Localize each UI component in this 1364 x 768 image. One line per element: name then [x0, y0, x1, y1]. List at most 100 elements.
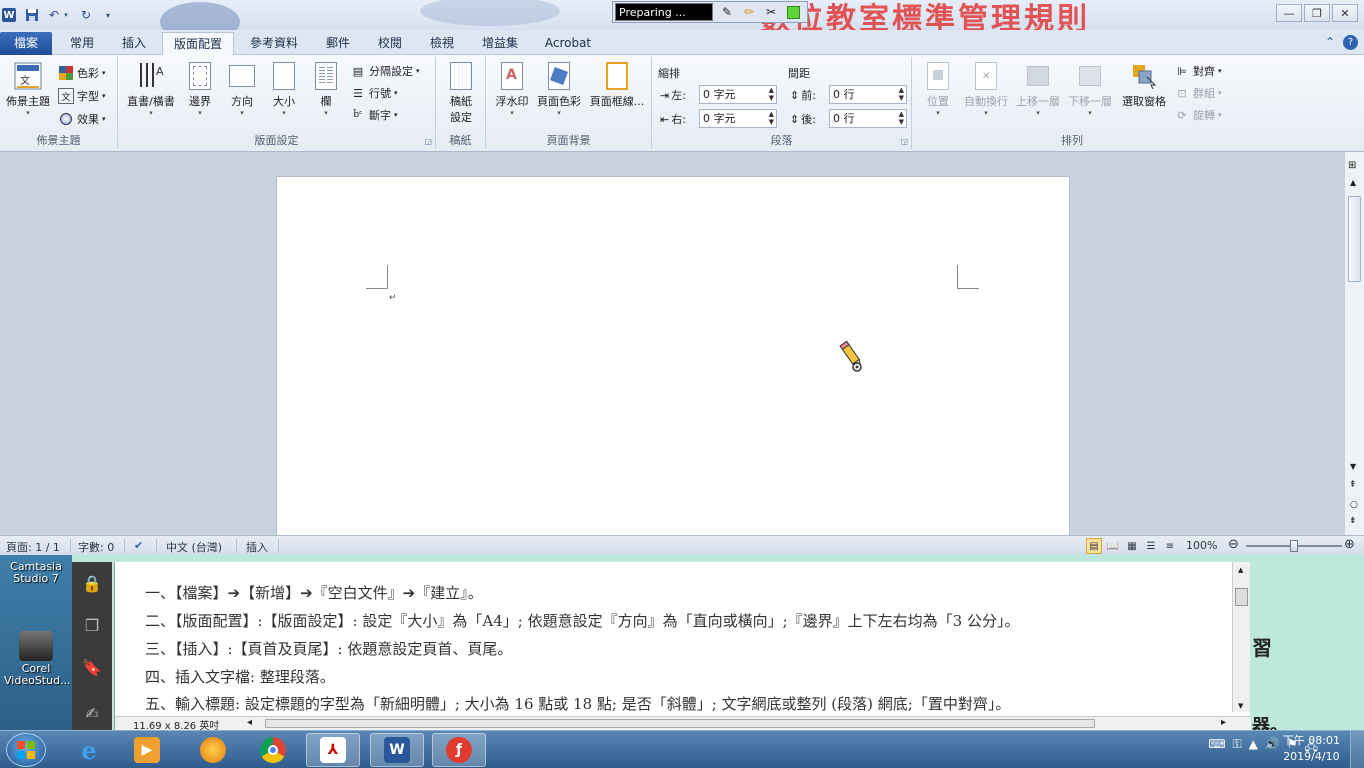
theme-colors-button[interactable]: 色彩 ▾	[58, 63, 106, 83]
recorder-green-icon[interactable]	[785, 4, 801, 20]
scroll-down-icon[interactable]: ▼	[1350, 462, 1356, 471]
taskbar-chrome[interactable]	[246, 733, 300, 767]
instructions-scroll-thumb[interactable]	[1235, 588, 1248, 606]
start-button[interactable]	[6, 733, 46, 767]
line-numbers-button[interactable]: ☰ 行號 ▾	[350, 83, 397, 103]
paragraph-launcher-icon[interactable]: ◲	[900, 137, 908, 146]
status-page[interactable]: 頁面: 1 / 1	[6, 539, 60, 555]
orientation-button[interactable]: 方向 ▾	[224, 61, 260, 117]
theme-fonts-button[interactable]: 文 字型 ▾	[58, 86, 106, 106]
status-word-count[interactable]: 字數: 0	[78, 539, 114, 555]
proofing-icon[interactable]: ✔	[134, 539, 143, 552]
margins-button[interactable]: 邊界 ▾	[182, 61, 218, 117]
signature-icon[interactable]: ✍	[81, 702, 103, 724]
recorder-cut-icon[interactable]: ✂	[763, 4, 779, 20]
tab-addins[interactable]: 增益集	[470, 32, 530, 55]
tab-page-layout[interactable]: 版面配置	[162, 32, 234, 55]
hyphenation-button[interactable]: b̄ᶜ 斷字 ▾	[350, 105, 397, 125]
zoom-level[interactable]: 100%	[1186, 539, 1217, 552]
tab-insert[interactable]: 插入	[110, 32, 158, 55]
vertical-scroll-thumb[interactable]	[1348, 196, 1361, 282]
desktop-icon-camtasia[interactable]: Camtasia Studio 7	[4, 561, 68, 585]
scroll-up-icon[interactable]: ▲	[1238, 566, 1243, 574]
indent-left-field[interactable]: 0 字元 ▲ ▼	[699, 85, 777, 104]
taskbar-internet-explorer[interactable]: e	[62, 733, 116, 767]
pages-icon[interactable]: ❐	[81, 614, 103, 636]
scroll-left-icon[interactable]: ◂	[247, 717, 252, 728]
taskbar-acrobat[interactable]: ⅄	[306, 733, 360, 767]
taskbar-orange-app[interactable]	[186, 733, 240, 767]
columns-button[interactable]: 欄 ▾	[308, 61, 344, 117]
show-hidden-icons-icon[interactable]: ▲	[1249, 737, 1258, 758]
instructions-horizontal-scrollbar[interactable]: 11.69 x 8.26 英吋 ◂ ▸	[115, 716, 1251, 732]
spacing-after-field[interactable]: 0 行 ▲ ▼	[829, 109, 907, 128]
page-color-button[interactable]: 頁面色彩 ▾	[534, 61, 584, 117]
status-insert-mode[interactable]: 插入	[246, 539, 268, 555]
align-button[interactable]: ⊫ 對齊 ▾	[1174, 61, 1221, 81]
minimize-button[interactable]: —	[1276, 4, 1302, 22]
prev-page-icon[interactable]: ⇞	[1349, 480, 1357, 490]
tab-mailings[interactable]: 郵件	[314, 32, 362, 55]
taskbar-media-player[interactable]: ▶	[120, 733, 174, 767]
undo-dropdown-icon[interactable]: ▾	[62, 7, 70, 23]
ruler-toggle-icon[interactable]: ⊞	[1348, 160, 1356, 171]
tab-acrobat[interactable]: Acrobat	[536, 32, 600, 55]
keyboard-icon[interactable]: ⌨	[1208, 737, 1225, 758]
maximize-button[interactable]: ❐	[1304, 4, 1330, 22]
outline-view-icon[interactable]: ☰	[1143, 538, 1159, 554]
recorder-annotate-icon[interactable]: ✎	[719, 4, 735, 20]
full-screen-reading-view-icon[interactable]: 📖	[1105, 538, 1121, 554]
tab-file[interactable]: 檔案	[0, 32, 52, 55]
tab-view[interactable]: 檢視	[418, 32, 466, 55]
status-language[interactable]: 中文 (台灣)	[166, 539, 222, 555]
zoom-out-icon[interactable]: ⊖	[1228, 537, 1239, 552]
minimize-ribbon-icon[interactable]: ⌃	[1325, 35, 1335, 50]
recorder-pen-icon[interactable]: ✏	[741, 4, 757, 20]
taskbar-clock[interactable]: 下午 08:01 2019/4/10	[1283, 733, 1340, 765]
instructions-vertical-scrollbar[interactable]: ▲ ▼	[1232, 562, 1250, 712]
web-layout-view-icon[interactable]: ▦	[1124, 538, 1140, 554]
zoom-slider-thumb[interactable]	[1290, 540, 1298, 552]
send-backward-button[interactable]: 下移一層 ▾	[1064, 61, 1116, 117]
print-layout-view-icon[interactable]: ▤	[1086, 538, 1102, 554]
customize-quick-access-icon[interactable]: ▾	[100, 7, 116, 23]
next-page-icon[interactable]: ⇟	[1349, 516, 1357, 526]
page-setup-launcher-icon[interactable]: ◲	[424, 137, 432, 146]
draft-paper-button[interactable]: 稿紙 設定	[440, 61, 482, 125]
show-desktop-button[interactable]	[1350, 731, 1364, 768]
draft-view-icon[interactable]: ≡	[1162, 538, 1178, 554]
size-button[interactable]: 大小 ▾	[266, 61, 302, 117]
scroll-right-icon[interactable]: ▸	[1221, 717, 1226, 728]
document-page[interactable]: ↵	[276, 176, 1070, 535]
scroll-up-icon[interactable]: ▲	[1350, 178, 1356, 187]
undo-icon[interactable]: ↶	[46, 7, 62, 23]
volume-icon[interactable]: 🔊	[1265, 737, 1280, 758]
wrap-text-button[interactable]: ✕ 自動換行 ▾	[960, 61, 1012, 117]
tab-references[interactable]: 參考資料	[240, 32, 308, 55]
indent-right-field[interactable]: 0 字元 ▲ ▼	[699, 109, 777, 128]
taskbar-word[interactable]: W	[370, 733, 424, 767]
help-icon[interactable]: ?	[1343, 35, 1358, 50]
desktop-icon-corel-videostudio[interactable]: Corel VideoStud...	[4, 631, 71, 687]
scroll-down-icon[interactable]: ▼	[1238, 702, 1243, 710]
lock-icon[interactable]: 🔒	[81, 572, 103, 594]
rotate-button[interactable]: ⟳ 旋轉 ▾	[1174, 105, 1221, 125]
horizontal-scroll-thumb[interactable]	[265, 719, 1095, 728]
zoom-in-icon[interactable]: ⊕	[1344, 537, 1355, 552]
tray-app-icon[interactable]: ⚿	[1233, 737, 1242, 758]
theme-effects-button[interactable]: 效果 ▾	[58, 109, 106, 129]
themes-button[interactable]: 文 佈景主題 ▾	[2, 61, 54, 117]
tab-home[interactable]: 常用	[58, 32, 106, 55]
tab-review[interactable]: 校閱	[366, 32, 414, 55]
group-button[interactable]: ⊡ 群組 ▾	[1174, 83, 1221, 103]
close-button[interactable]: ✕	[1332, 4, 1358, 22]
selection-pane-button[interactable]: 選取窗格	[1116, 61, 1172, 109]
taskbar-flash-app[interactable]: ƒ	[432, 733, 486, 767]
text-direction-button[interactable]: A 直書/橫書 ▾	[122, 61, 180, 117]
save-icon[interactable]	[24, 7, 40, 23]
position-button[interactable]: 位置 ▾	[918, 61, 958, 117]
spacing-before-field[interactable]: 0 行 ▲ ▼	[829, 85, 907, 104]
watermark-button[interactable]: A 浮水印 ▾	[490, 61, 534, 117]
vertical-scrollbar[interactable]: ⊞ ▲ ▼ ⇞ ○ ⇟	[1344, 152, 1364, 535]
breaks-button[interactable]: ▤ 分隔設定 ▾	[350, 61, 420, 81]
